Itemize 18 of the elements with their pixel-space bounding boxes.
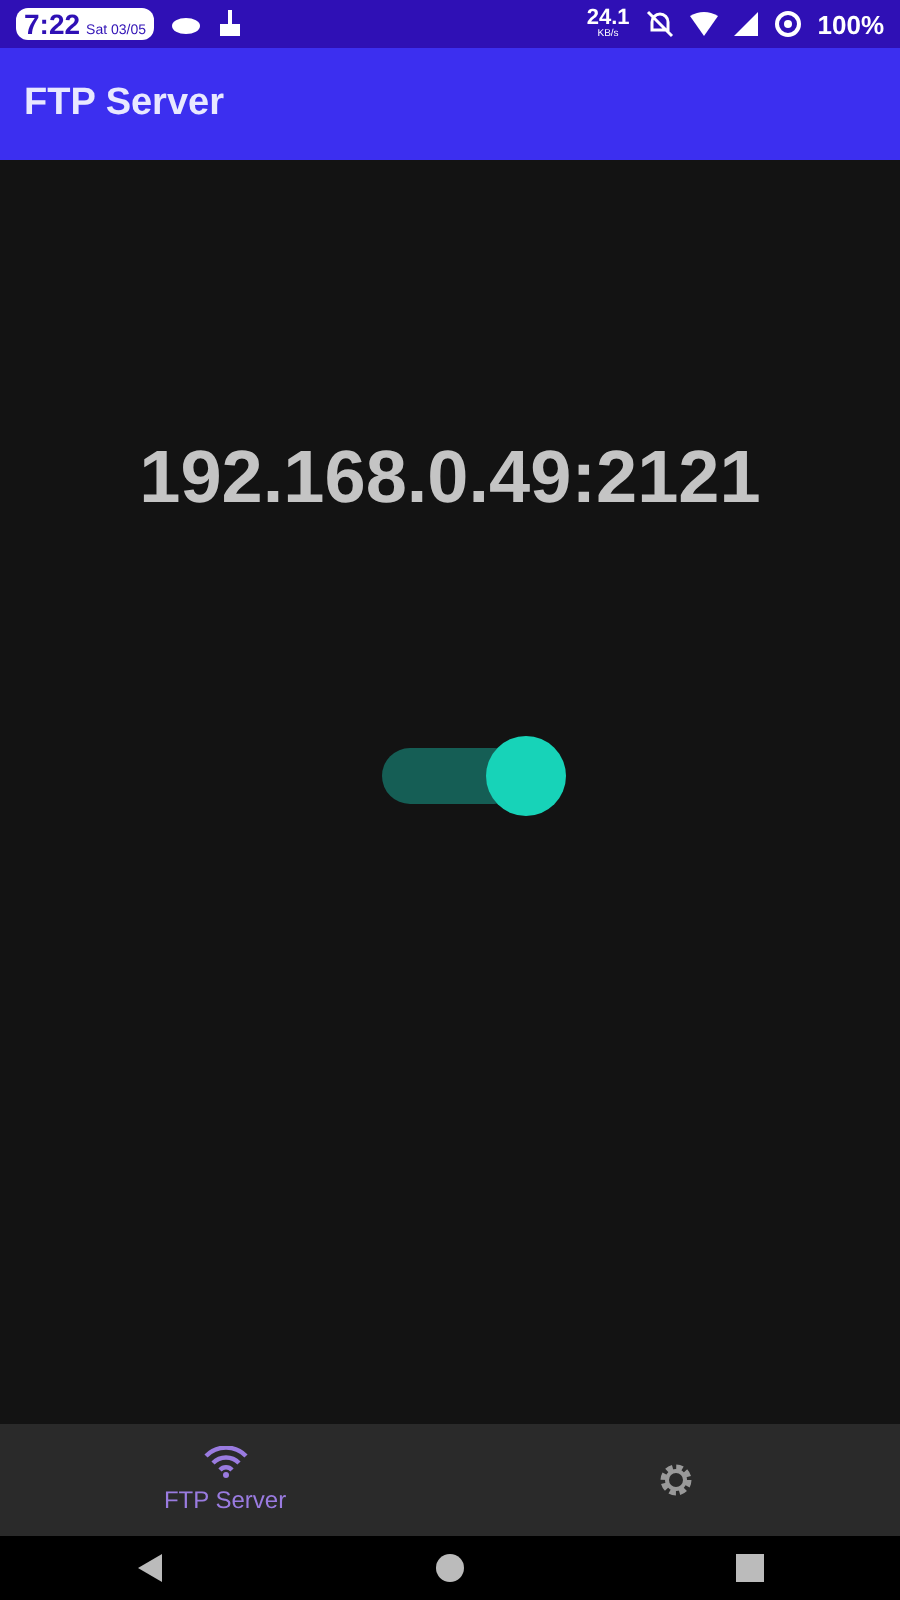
wifi-icon — [203, 1446, 247, 1478]
clock-time: 7:22 — [24, 8, 81, 40]
network-speed: 24.1 — [586, 8, 630, 30]
app-title: FTP Server — [24, 82, 224, 126]
cell-signal-icon — [733, 12, 758, 36]
settings-icon — [655, 1460, 695, 1500]
server-address: 192.168.0.49:2121 — [139, 436, 761, 520]
battery-percent: 100% — [817, 9, 884, 39]
wifi-signal-icon — [689, 12, 718, 36]
data-saver-icon — [773, 10, 802, 38]
broom-icon — [218, 10, 242, 38]
muted-bell-icon — [645, 10, 674, 38]
home-icon[interactable] — [434, 1552, 466, 1584]
switch-thumb[interactable] — [486, 736, 566, 816]
back-icon[interactable] — [134, 1552, 166, 1584]
recents-icon[interactable] — [734, 1552, 766, 1584]
nav-tab[interactable]: FTP Server — [0, 1424, 450, 1536]
server-switch[interactable] — [382, 736, 566, 816]
